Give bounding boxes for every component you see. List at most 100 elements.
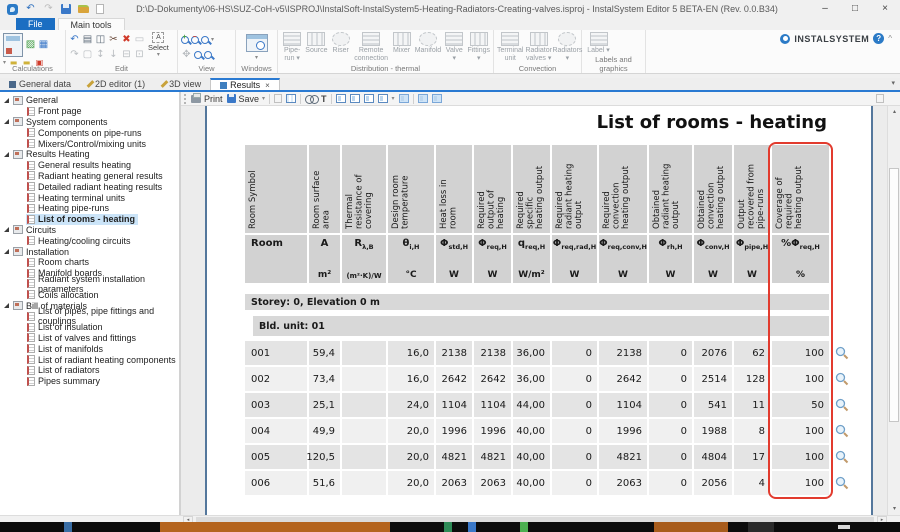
ribbon-item-riser[interactable]: Riser [330,32,352,55]
fit-width-icon[interactable] [399,94,409,103]
zoom-window-icon[interactable] [201,36,209,44]
sidebar-item-mixers-control-mixing-units[interactable]: Mixers/Control/mixing units [0,138,179,149]
ribbon-item-terminal-unit[interactable]: Terminal unit [497,32,523,62]
table-view-icon[interactable] [286,94,296,103]
scroll-down-icon[interactable]: ▾ [888,503,900,515]
expand-arrow-icon[interactable] [4,249,9,254]
tab-general-data[interactable]: General data [0,78,80,90]
expand-arrow-icon[interactable] [4,119,9,124]
taskbar-icon[interactable] [838,525,850,529]
layout-four-icon[interactable] [378,94,388,103]
tree-node-installation[interactable]: Installation [0,246,179,257]
expand-arrow-icon[interactable] [4,152,9,157]
sidebar-item-radiant-heating-general-results[interactable]: Radiant heating general results [0,171,179,182]
zoom-selection-icon[interactable] [204,51,212,59]
redo-icon[interactable]: ↷ [43,3,54,15]
layout-two-icon[interactable] [350,94,360,103]
sidebar-item-list-of-manifolds[interactable]: List of manifolds [0,343,179,354]
tab-close-icon[interactable]: × [265,81,270,90]
sidebar-item-list-of-radiant-heating-components[interactable]: List of radiant heating components [0,354,179,365]
ribbon-collapse-icon[interactable]: ^ [888,34,892,43]
select-caret-icon[interactable]: ▾ [157,52,160,58]
toolbar-grip[interactable] [184,94,187,104]
calculations-icon[interactable] [3,33,23,57]
tabs-overflow-icon[interactable]: ▾ [886,78,900,90]
row-detail-magnifier-icon[interactable] [831,471,853,495]
sidebar-item-list-of-radiators[interactable]: List of radiators [0,365,179,376]
tab-main-tools[interactable]: Main tools [58,18,125,30]
row-detail-magnifier-icon[interactable] [831,367,853,391]
row-detail-magnifier-icon[interactable] [831,341,853,365]
pan-icon[interactable]: ✥ [181,49,192,61]
mirror-icon[interactable]: ⊟ [121,49,132,61]
tree-node-results-heating[interactable]: Results Heating [0,149,179,160]
horizontal-scrollbar[interactable]: ◂ ▸ [0,515,900,522]
expand-arrow-icon[interactable] [4,303,9,308]
transform-icon[interactable]: ▭ [134,34,145,46]
paste-icon[interactable]: ◫ [95,34,106,46]
redo-edit-icon[interactable]: ↷ [69,49,80,61]
zoom-extents-icon[interactable] [194,51,202,59]
vertical-scrollbar[interactable]: ▴ ▾ [887,106,900,515]
row-detail-magnifier-icon[interactable] [831,445,853,469]
tree-node-circuits[interactable]: Circuits [0,225,179,236]
layout-one-icon[interactable] [336,94,346,103]
ribbon-item-pipe-run[interactable]: Pipe-run ▾ [281,32,303,62]
sidebar-item-list-of-valves-and-fittings[interactable]: List of valves and fittings [0,333,179,344]
maximize-button[interactable]: □ [840,0,870,18]
tree-node-general[interactable]: General [0,95,179,106]
taskbar-icon[interactable] [520,522,528,532]
row-detail-magnifier-icon[interactable] [831,393,853,417]
tab-2d-editor[interactable]: 2D editor (1) [80,78,154,90]
sidebar-item-radiant-system-installation-parameters[interactable]: Radiant system installation parameters [0,279,179,290]
delete-icon[interactable]: ✖ [121,34,132,46]
undo-edit-icon[interactable]: ↶ [69,34,80,46]
detail-view-icon[interactable] [432,94,442,103]
windows-caret-icon[interactable]: ▾ [255,55,258,61]
sidebar-item-components-on-pipe-runs[interactable]: Components on pipe-runs [0,127,179,138]
find-icon[interactable] [305,95,317,103]
font-icon[interactable]: T [321,94,327,104]
sidebar-item-room-charts[interactable]: Room charts [0,257,179,268]
align-down-icon[interactable]: ↓ [108,49,119,61]
vertical-scroll-thumb[interactable] [889,168,899,422]
split-icon[interactable]: ▢ [82,49,93,61]
ribbon-item-valve[interactable]: Valve ▾ [443,32,465,62]
export-icon[interactable] [274,94,282,103]
expand-arrow-icon[interactable] [4,98,9,103]
zoom-out-icon[interactable]: − [191,36,199,44]
ribbon-item-fittings[interactable]: Fittings ▾ [467,32,490,62]
open-icon[interactable] [78,5,89,13]
list-view-icon[interactable] [418,94,428,103]
ribbon-item-source[interactable]: Source [305,32,327,55]
options-gear-icon[interactable]: ▦ [38,39,49,51]
tab-results[interactable]: Results × [210,78,280,90]
layout-three-icon[interactable] [364,94,374,103]
windows-icon[interactable] [246,34,268,52]
save-caret-icon[interactable]: ▾ [262,96,265,102]
taskbar-icon[interactable] [444,522,452,532]
sidebar-item-list-of-pipes-pipe-fittings-and-couplings[interactable]: List of pipes, pipe fittings and couplin… [0,311,179,322]
taskbar-window-button[interactable] [160,522,390,532]
sidebar-item-list-of-rooms-heating[interactable]: List of rooms - heating [0,214,179,225]
cut-icon[interactable]: ✂ [108,34,119,46]
undo-icon[interactable]: ↶ [25,3,36,15]
toolbar-overflow-icon[interactable] [876,94,884,103]
print-button[interactable]: Print [191,94,223,104]
app-logo-icon[interactable] [7,4,18,15]
sidebar-item-heating-terminal-units[interactable]: Heating terminal units [0,192,179,203]
taskbar-icon[interactable] [468,522,476,532]
select-button[interactable]: A Select ▾ [148,32,169,62]
sidebar-item-heating-cooling-circuits[interactable]: Heating/cooling circuits [0,235,179,246]
copy-icon[interactable]: ▤ [82,34,93,46]
zoom-in-icon[interactable]: + [181,36,189,44]
save-button[interactable]: Save ▾ [227,94,266,104]
taskbar-icon[interactable] [64,522,72,532]
ribbon-item-radiators[interactable]: Radiators ▾ [554,32,581,62]
ribbon-item-manifold[interactable]: Manifold [415,32,441,55]
sidebar-item-general-results-heating[interactable]: General results heating [0,160,179,171]
sidebar-item-pipes-summary[interactable]: Pipes summary [0,376,179,387]
tab-3d-view[interactable]: 3D view [154,78,210,90]
sidebar-item-detailed-radiant-heating-results[interactable]: Detailed radiant heating results [0,181,179,192]
ribbon-item-label[interactable]: Label ▾ [585,32,612,55]
